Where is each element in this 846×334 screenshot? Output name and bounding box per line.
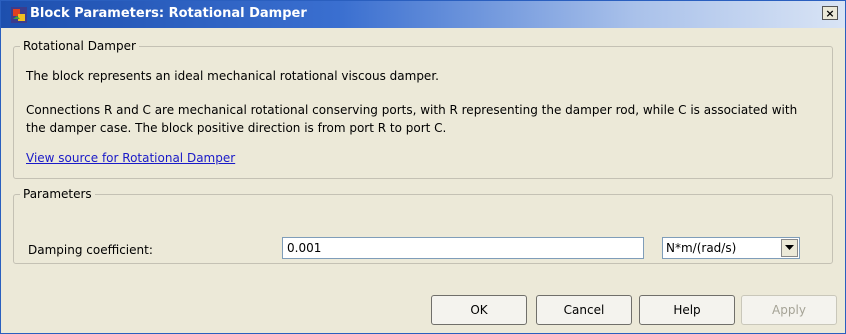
description-group-legend: Rotational Damper: [23, 39, 136, 53]
view-source-link[interactable]: View source for Rotational Damper: [26, 149, 235, 167]
dialog-window: Block Parameters: Rotational Damper × Ro…: [0, 0, 846, 334]
ok-button[interactable]: OK: [431, 295, 527, 325]
damping-units-value: N*m/(rad/s): [666, 241, 737, 255]
description-line-1: The block represents an ideal mechanical…: [26, 69, 439, 83]
parameters-group: Parameters Damping coefficient: N*m/(rad…: [13, 187, 833, 264]
parameters-group-legend: Parameters: [23, 187, 92, 201]
close-button[interactable]: ×: [822, 6, 838, 20]
title-bar[interactable]: Block Parameters: Rotational Damper ×: [1, 1, 845, 28]
close-icon: ×: [825, 6, 835, 20]
window-title: Block Parameters: Rotational Damper: [30, 6, 307, 21]
apply-button[interactable]: Apply: [741, 295, 837, 325]
damping-coefficient-label: Damping coefficient:: [28, 243, 153, 257]
cancel-button[interactable]: Cancel: [536, 295, 632, 325]
dropdown-arrow-icon[interactable]: [781, 239, 798, 257]
help-button[interactable]: Help: [639, 295, 735, 325]
damping-coefficient-input[interactable]: [282, 237, 644, 259]
description-group: Rotational Damper The block represents a…: [13, 39, 833, 179]
simulink-block-icon: [11, 7, 27, 23]
damping-units-select[interactable]: N*m/(rad/s): [662, 237, 800, 259]
description-line-3: the damper case. The block positive dire…: [26, 121, 447, 135]
description-line-2: Connections R and C are mechanical rotat…: [26, 103, 798, 117]
